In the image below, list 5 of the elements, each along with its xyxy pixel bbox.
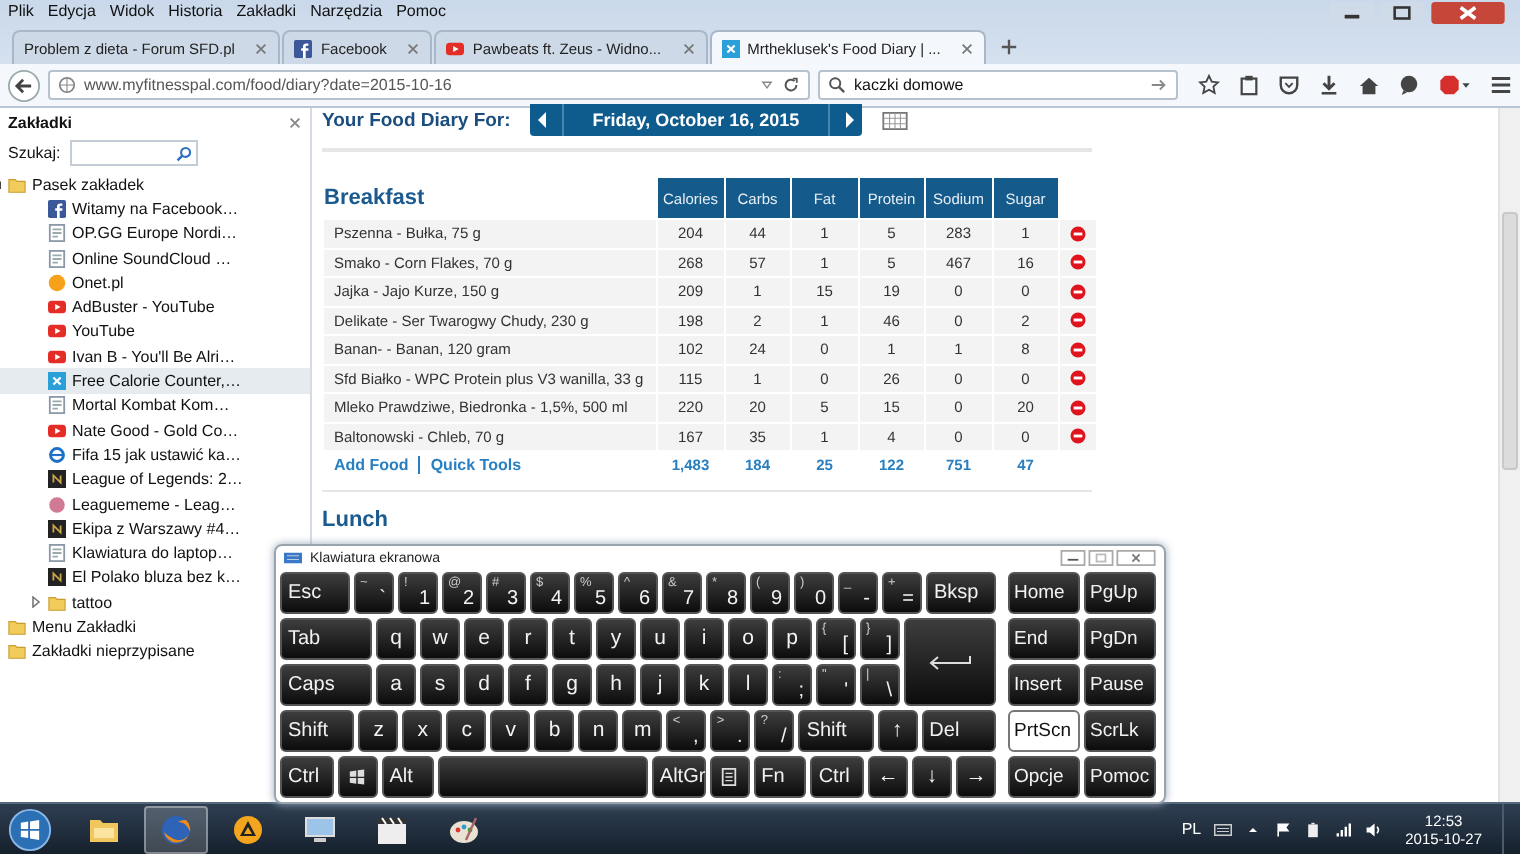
- meal-title: Lunch: [322, 507, 390, 531]
- diary-heading: Your Food Diary For:: [322, 109, 511, 131]
- meal-title: Breakfast: [324, 186, 425, 210]
- search-label: Szukaj:: [8, 144, 61, 162]
- sidebar-title: Zakładki: [8, 113, 73, 131]
